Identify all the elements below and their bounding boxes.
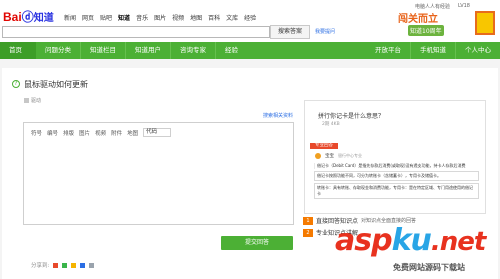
- top-nav: 新闻 网页 贴吧 知道 音乐 图片 视频 地图 百科 文库 经验: [64, 13, 256, 22]
- toolbar-numbering[interactable]: 编号: [47, 129, 58, 137]
- editor-toolbar: 符号 编号 排版 图片 视频 附件 地图 代码: [31, 128, 172, 137]
- navbar-mobile[interactable]: 手机知道: [411, 42, 455, 59]
- bullet-marker: 2: [303, 228, 313, 237]
- avatar: [315, 153, 321, 159]
- ask-question-link[interactable]: 我要提问: [315, 28, 335, 35]
- search-input[interactable]: [2, 26, 270, 38]
- gift-box-icon: [475, 11, 495, 35]
- toolbar-layout[interactable]: 排版: [63, 129, 74, 137]
- search-button[interactable]: 搜索答案: [270, 25, 310, 39]
- banner-title: 闯关而立: [398, 14, 438, 25]
- nav-wenku[interactable]: 文库: [226, 13, 238, 22]
- search-related-link[interactable]: 搜索相关资料: [23, 112, 293, 120]
- navbar-users[interactable]: 知道用户: [126, 42, 170, 59]
- main-navbar: 首页 问题分类 知道栏目 知道用户 咨询专家 经验 开放平台 手机知道 个人中心: [0, 42, 500, 59]
- nav-tieba[interactable]: 贴吧: [100, 13, 112, 22]
- nav-jingyan[interactable]: 经验: [244, 13, 256, 22]
- tag-icon: [24, 98, 29, 103]
- toolbar-video[interactable]: 视频: [95, 129, 106, 137]
- share-qq-icon[interactable]: [62, 262, 68, 268]
- navbar-personal-center[interactable]: 个人中心: [456, 42, 500, 59]
- tip-line: 借记卡按照功能不同，可分为转账卡（含储蓄卡），专用卡及储值卡。: [314, 171, 479, 181]
- tip-professional-tag: 专业回答: [310, 143, 338, 149]
- question-tag-label: 驱动: [31, 98, 42, 104]
- toolbar-attachment[interactable]: 附件: [111, 129, 122, 137]
- share-bar: 分享到:: [31, 261, 95, 269]
- nav-baike[interactable]: 百科: [208, 13, 220, 22]
- share-tencent-icon[interactable]: [80, 262, 86, 268]
- navbar-open-platform[interactable]: 开放平台: [366, 42, 410, 59]
- navbar-categories[interactable]: 问题分类: [36, 42, 80, 59]
- navbar-experience[interactable]: 经验: [216, 42, 247, 59]
- watermark-subtitle: 免费网站源码下载站: [393, 263, 465, 272]
- watermark-ku: ku: [391, 223, 432, 258]
- banner-subtitle: 知道10周年: [408, 25, 444, 36]
- tip-user: 宝宝 银行中心专业: [315, 153, 362, 159]
- navbar-right: 开放平台 手机知道 个人中心: [366, 42, 500, 59]
- question-tag[interactable]: 驱动: [24, 97, 41, 104]
- toolbar-map[interactable]: 地图: [127, 129, 138, 137]
- navbar-columns[interactable]: 知道栏目: [81, 42, 125, 59]
- navbar-experts[interactable]: 咨询专家: [171, 42, 215, 59]
- share-renren-icon[interactable]: [89, 262, 95, 268]
- nav-music[interactable]: 音乐: [136, 13, 148, 22]
- tip-title: 拼行你记卡是什么意思？: [318, 113, 385, 120]
- answer-tip-panel: 拼行你记卡是什么意思？ 2期 4KB 专业回答 宝宝 银行中心专业 借记卡（De…: [304, 100, 486, 214]
- code-select[interactable]: 代码: [143, 128, 172, 137]
- question-title: 鼠标驱动如何更新: [24, 80, 88, 89]
- submit-answer-button[interactable]: 提交回答: [221, 236, 293, 250]
- nav-video[interactable]: 视频: [172, 13, 184, 22]
- share-label: 分享到:: [31, 263, 50, 269]
- answer-editor[interactable]: [23, 122, 294, 225]
- nav-map[interactable]: 地图: [190, 13, 202, 22]
- tip-line: 转账卡：具有转账、存取现金和消费功能，专用卡：是在特定区域、专门用途使用的借记卡: [314, 183, 479, 199]
- navbar-home[interactable]: 首页: [0, 42, 36, 59]
- share-qzone-icon[interactable]: [71, 262, 77, 268]
- tip-user-name: 宝宝: [325, 154, 334, 159]
- bullet-marker: 1: [303, 216, 313, 225]
- watermark-net: .net: [430, 227, 486, 257]
- tip-body: 借记卡（Debit Card）是指先存款后消费(或取现)没有透支功能，持卡人存款…: [314, 161, 479, 199]
- question-icon: ?: [12, 80, 20, 88]
- paw-icon: ⓓ: [21, 10, 34, 24]
- nav-news[interactable]: 新闻: [64, 13, 76, 22]
- logo-text-zhidao: 知道: [33, 13, 54, 24]
- logo-text-bai: Bai: [3, 10, 22, 24]
- tip-user-info: 银行中心专业: [338, 153, 362, 158]
- toolbar-symbol[interactable]: 符号: [31, 129, 42, 137]
- anniversary-banner[interactable]: 闯关而立 知道10周年: [392, 7, 500, 41]
- tip-line: 借记卡（Debit Card）是指先存款后消费(或取现)没有透支功能，持卡人存款…: [314, 163, 479, 169]
- toolbar-image[interactable]: 图片: [79, 129, 90, 137]
- baidu-logo[interactable]: Baiⓓ知道: [3, 8, 54, 25]
- nav-zhidao[interactable]: 知道: [118, 13, 130, 22]
- tip-meta: 2期 4KB: [322, 122, 340, 127]
- watermark-asp: asp: [335, 223, 393, 258]
- nav-web[interactable]: 网页: [82, 13, 94, 22]
- nav-images[interactable]: 图片: [154, 13, 166, 22]
- site-watermark: aspku.net: [335, 223, 486, 258]
- share-weibo-icon[interactable]: [53, 262, 59, 268]
